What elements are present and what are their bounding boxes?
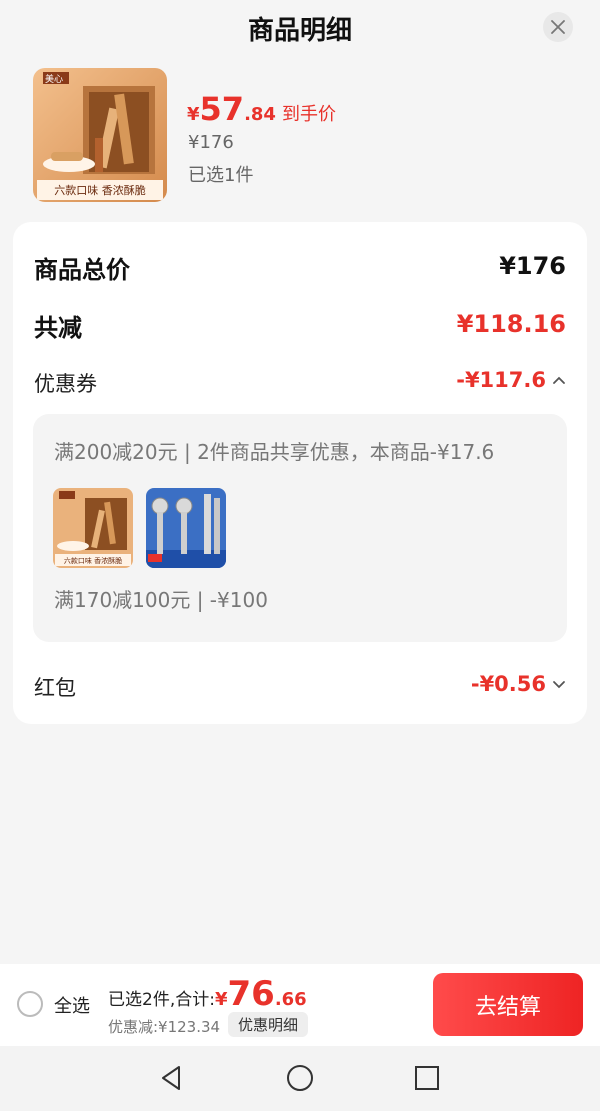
- home-circle-icon[interactable]: [285, 1063, 315, 1093]
- coupon-value: -¥117.6: [456, 368, 546, 392]
- reduce-value: ¥118.16: [456, 310, 566, 338]
- total-decimal: .66: [274, 989, 307, 1010]
- total-currency: ¥: [214, 989, 228, 1010]
- brand-logo-text: 美心: [45, 73, 63, 85]
- checkout-button[interactable]: 去结算: [433, 973, 583, 1036]
- selected-total-label: 已选2件,合计:: [108, 990, 215, 1010]
- coupon-product-thumb-2[interactable]: [146, 488, 226, 568]
- redpacket-label: 红包: [34, 676, 76, 700]
- coupon-rule-1: 满200减20元 | 2件商品共享优惠，本商品-¥17.6: [54, 440, 495, 464]
- close-button[interactable]: [543, 12, 573, 42]
- mini-thumb-caption: 六款口味 香浓酥脆: [64, 556, 122, 565]
- reduce-label: 共减: [34, 314, 82, 342]
- redpacket-value: -¥0.56: [470, 672, 546, 696]
- coupon-details: 满200减20元 | 2件商品共享优惠，本商品-¥17.6 六款口味 香浓酥脆: [33, 414, 567, 642]
- coupon-toggle[interactable]: -¥117.6: [456, 368, 566, 392]
- discount-detail-button[interactable]: 优惠明细: [228, 1012, 309, 1037]
- order-total: 已选2件,合计:¥76.66: [108, 974, 307, 1014]
- select-all-radio[interactable]: [17, 991, 43, 1017]
- sheet-header: 商品明细: [0, 0, 600, 56]
- coupon-label: 优惠券: [34, 372, 97, 396]
- price-decimal: .84: [244, 104, 276, 125]
- price-integer: 57: [199, 90, 245, 128]
- total-value: ¥176: [499, 252, 566, 280]
- redpacket-toggle[interactable]: -¥0.56: [471, 672, 566, 696]
- selected-count: 已选1件: [188, 165, 254, 186]
- sheet-title: 商品明细: [247, 16, 352, 46]
- total-label: 商品总价: [34, 256, 130, 284]
- price-breakdown-card: 商品总价 ¥176 共减 ¥118.16 优惠券 -¥117.6 满200减20…: [13, 222, 587, 724]
- back-triangle-icon[interactable]: [157, 1063, 187, 1093]
- checkout-bar: 全选 已选2件,合计:¥76.66 优惠减:¥123.34 优惠明细 去结算: [0, 964, 600, 1046]
- recent-square-icon[interactable]: [412, 1063, 442, 1093]
- price-tag: 到手价: [281, 104, 336, 125]
- total-integer: 76: [227, 974, 275, 1014]
- original-price: ¥176: [188, 132, 234, 153]
- thumbnail-caption: 六款口味 香浓酥脆: [54, 183, 146, 197]
- coupon-product-thumb-1[interactable]: 六款口味 香浓酥脆: [53, 488, 133, 568]
- product-thumbnail[interactable]: 美心 六款口味 香浓酥脆: [33, 68, 167, 202]
- select-all-label[interactable]: 全选: [54, 992, 90, 1018]
- chevron-up-icon: [553, 376, 565, 384]
- currency-symbol: ¥: [187, 104, 200, 125]
- final-price: ¥57.84 到手价: [187, 90, 336, 128]
- system-nav-bar: [0, 1046, 600, 1111]
- discount-total: 优惠减:¥123.34: [108, 1018, 221, 1036]
- chevron-down-icon: [553, 681, 565, 689]
- coupon-rule-2: 满170减100元 | -¥100: [54, 588, 268, 612]
- product-summary: 美心 六款口味 香浓酥脆 ¥57.84 到手价 ¥176 已选1件: [33, 68, 573, 204]
- close-icon: [551, 20, 565, 34]
